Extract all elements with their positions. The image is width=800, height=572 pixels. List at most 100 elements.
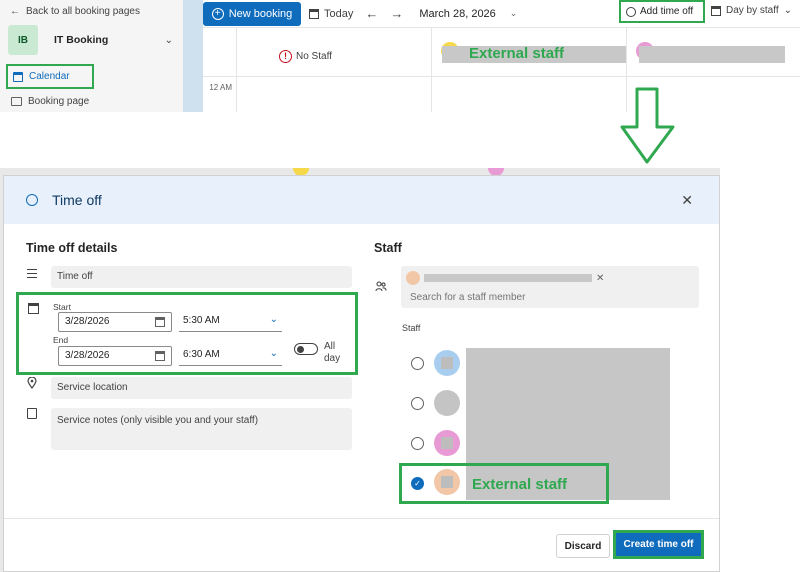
sidebar-item-label: Calendar	[29, 71, 70, 82]
staff-list-label: Staff	[402, 323, 421, 333]
sidebar: ← Back to all booking pages IB IT Bookin…	[0, 0, 183, 112]
start-label: Start	[53, 302, 71, 312]
service-location-field[interactable]: Service location	[51, 377, 352, 399]
calendar-today-icon	[309, 8, 319, 19]
time-off-title-field[interactable]: Time off	[51, 266, 352, 288]
sidebar-item-booking-page[interactable]: Booking page	[6, 92, 94, 111]
date-picker-chevron-icon[interactable]: ⌄	[510, 8, 518, 19]
new-booking-button[interactable]: + New booking	[203, 1, 301, 26]
service-notes-field[interactable]: Service notes (only visible you and your…	[51, 408, 352, 450]
current-date[interactable]: March 28, 2026	[419, 8, 495, 20]
calendar-clock-icon	[28, 303, 39, 314]
add-time-off-button[interactable]: Add time off	[619, 0, 705, 23]
staff-column-3[interactable]	[626, 28, 800, 78]
org-name: IT Booking	[54, 34, 109, 46]
footer-divider	[4, 518, 719, 519]
time-off-dialog: Time off ✕ Time off details Time off Sta…	[3, 175, 720, 572]
alarm-clock-icon	[26, 194, 38, 206]
external-staff-row[interactable]: ✓ External staff	[399, 463, 609, 504]
org-avatar: IB	[8, 25, 38, 55]
avatar-inner	[441, 476, 453, 488]
external-staff-annotation: External staff	[469, 45, 565, 62]
calendar-toolbar: + New booking Today ← → March 28, 2026 ⌄…	[203, 0, 800, 27]
staff-radio-2[interactable]	[411, 397, 424, 410]
new-booking-label: New booking	[228, 7, 293, 20]
staff-picker[interactable]: ✕	[401, 266, 699, 308]
avatar	[406, 271, 420, 285]
chevron-down-icon: ⌄	[783, 5, 793, 16]
back-arrow-icon: ←	[10, 6, 20, 17]
today-button[interactable]: Today	[309, 8, 353, 20]
previous-day-arrow-icon[interactable]: ←	[365, 6, 378, 21]
plus-circle-icon: +	[211, 7, 224, 20]
text-lines-icon	[27, 269, 37, 280]
calendar-icon[interactable]	[155, 351, 165, 361]
staff-radio-1[interactable]	[411, 357, 424, 370]
time-off-details-heading: Time off details	[26, 241, 118, 255]
sidebar-item-label: Booking page	[28, 96, 90, 107]
selected-staff-chip: ✕	[406, 270, 606, 286]
sidebar-item-calendar[interactable]: Calendar	[6, 64, 94, 89]
end-time-select[interactable]: 6:30 AM ⌄	[179, 346, 282, 366]
chevron-down-icon: ⌄	[269, 314, 278, 325]
date-time-section: Start 3/28/2026 5:30 AM ⌄ End 3/28/2026 …	[16, 292, 358, 375]
staff-heading: Staff	[374, 241, 402, 255]
end-time-value: 6:30 AM	[183, 349, 220, 360]
chevron-down-icon: ⌄	[164, 34, 173, 46]
avatar	[434, 430, 460, 456]
all-day-label: All day	[324, 341, 341, 364]
end-label: End	[53, 335, 69, 345]
toggle-knob	[297, 345, 304, 353]
avatar-inner	[441, 437, 453, 449]
booking-calendar-view: ← Back to all booking pages IB IT Bookin…	[0, 0, 800, 112]
view-calendar-icon	[711, 5, 721, 16]
staff-search-input[interactable]	[410, 292, 680, 303]
remove-chip-icon[interactable]: ✕	[596, 273, 604, 284]
time-label: 12 AM	[209, 83, 232, 92]
dialog-header: Time off ✕	[4, 176, 719, 224]
staff-column-headers: ! No Staff External staff	[203, 27, 800, 78]
avatar	[434, 390, 460, 416]
all-day-toggle[interactable]	[294, 343, 318, 355]
start-time-select[interactable]: 5:30 AM ⌄	[179, 312, 282, 332]
redacted-name	[424, 274, 592, 282]
warning-icon: !	[279, 50, 292, 63]
create-time-off-highlight: Create time off	[613, 530, 704, 559]
view-mode-label: Day by staff	[726, 5, 779, 16]
today-label: Today	[324, 7, 354, 20]
dialog-title: Time off	[52, 192, 102, 208]
discard-button[interactable]: Discard	[556, 534, 610, 558]
avatar	[434, 469, 460, 495]
create-time-off-button[interactable]: Create time off	[616, 533, 701, 556]
redacted-name	[639, 46, 785, 63]
grid-line	[236, 77, 237, 112]
next-day-arrow-icon[interactable]: →	[390, 6, 403, 21]
grid-line	[431, 77, 432, 112]
avatar	[434, 350, 460, 376]
add-time-off-label: Add time off	[640, 6, 694, 17]
booking-page-selector[interactable]: IB IT Booking ⌄	[8, 25, 173, 55]
staff-radio-3[interactable]	[411, 437, 424, 450]
view-mode-dropdown[interactable]: Day by staff ⌄	[711, 5, 792, 16]
avatar-inner	[441, 357, 453, 369]
people-icon	[375, 280, 387, 295]
calendar-icon[interactable]	[155, 317, 165, 327]
note-icon	[27, 408, 37, 419]
pane-divider	[183, 0, 203, 112]
start-date-input[interactable]: 3/28/2026	[58, 312, 172, 332]
person-clock-icon	[626, 6, 636, 17]
end-date-input[interactable]: 3/28/2026	[58, 346, 172, 366]
location-pin-icon	[27, 376, 37, 392]
close-icon[interactable]: ✕	[681, 192, 693, 209]
back-to-booking-pages-link[interactable]: ← Back to all booking pages	[10, 6, 140, 17]
down-arrow-icon	[620, 87, 675, 164]
start-date-value: 3/28/2026	[65, 316, 110, 327]
staff-column-external[interactable]: External staff	[431, 28, 626, 78]
staff-radio-external-checked[interactable]: ✓	[411, 477, 424, 490]
monitor-icon	[11, 97, 22, 106]
calendar-icon	[13, 71, 23, 82]
external-staff-label: External staff	[472, 476, 568, 493]
no-staff-label: No Staff	[296, 51, 332, 62]
staff-column-no-staff[interactable]: ! No Staff	[236, 28, 431, 78]
start-time-value: 5:30 AM	[183, 315, 220, 326]
